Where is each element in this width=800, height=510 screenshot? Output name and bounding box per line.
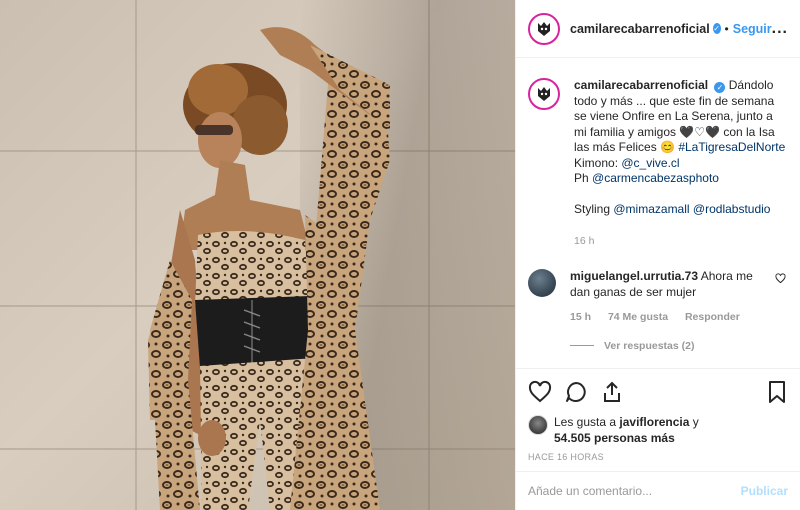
instagram-post: camilarecabarrenoficial ✓ • Seguir ... c… <box>0 0 800 510</box>
comment-likes[interactable]: 74 Me gusta <box>608 311 668 323</box>
comment-meta: 15 h 74 Me gusta Responder <box>570 310 760 326</box>
likes-summary: Les gusta a javiflorencia y 54.505 perso… <box>528 415 788 446</box>
caption: camilarecabarrenoficial ✓ Dándolo todo y… <box>528 78 786 249</box>
heart-icon[interactable] <box>528 380 552 404</box>
verified-badge-icon: ✓ <box>714 82 726 93</box>
verified-badge-icon: ✓ <box>712 23 721 34</box>
kimono-label: Kimono: <box>574 155 619 170</box>
post-timestamp[interactable]: HACE 16 HORAS <box>528 452 788 462</box>
add-comment-bar: Añade un comentario... Publicar <box>516 471 800 510</box>
more-options-icon[interactable]: ... <box>772 20 788 38</box>
liker-username[interactable]: javiflorencia <box>619 415 689 429</box>
commenter-avatar[interactable] <box>528 269 556 297</box>
hashtag-link[interactable]: #LaTigresaDelNorte <box>678 140 785 154</box>
comment-icon[interactable] <box>564 380 588 404</box>
comment-item: miguelangel.urrutia.73 Ahora me dan gana… <box>528 269 786 326</box>
actions-section: Les gusta a javiflorencia y 54.505 perso… <box>516 368 800 462</box>
commenter-username[interactable]: miguelangel.urrutia.73 <box>570 269 698 283</box>
caption-username[interactable]: camilarecabarrenoficial <box>574 78 708 92</box>
styling-mention-link-1[interactable]: @mimazamall <box>613 202 689 216</box>
replies-divider <box>570 345 594 346</box>
author-avatar[interactable] <box>528 12 560 45</box>
ph-mention-link[interactable]: @carmencabezasphoto <box>592 171 719 185</box>
reply-button[interactable]: Responder <box>685 311 740 323</box>
styling-mention-link-2[interactable]: @rodlabstudio <box>693 202 771 216</box>
comments-section: camilarecabarrenoficial ✓ Dándolo todo y… <box>516 58 800 368</box>
tiger-logo-icon <box>538 21 550 36</box>
comment-input[interactable]: Añade un comentario... <box>528 484 652 498</box>
caption-time[interactable]: 16 h <box>574 234 786 250</box>
likes-conj: y <box>692 415 699 429</box>
view-replies-button[interactable]: Ver respuestas (2) <box>570 340 786 352</box>
liker-avatar[interactable] <box>528 415 548 435</box>
comment-time[interactable]: 15 h <box>570 311 591 323</box>
styling-label: Styling <box>574 202 611 216</box>
follow-button[interactable]: Seguir <box>733 22 772 36</box>
ph-label: Ph <box>574 171 589 185</box>
kimono-mention-link[interactable]: @c_vive.cl <box>621 156 679 170</box>
view-replies-label: Ver respuestas (2) <box>604 339 695 352</box>
post-photo[interactable] <box>0 0 515 510</box>
bookmark-icon[interactable] <box>766 380 788 404</box>
likes-prefix: Les gusta a <box>554 415 617 429</box>
caption-body: camilarecabarrenoficial ✓ Dándolo todo y… <box>574 78 786 249</box>
woman-figure <box>148 27 390 510</box>
likes-text: Les gusta a javiflorencia y 54.505 perso… <box>554 415 699 446</box>
action-icons <box>528 379 788 405</box>
caption-avatar[interactable] <box>528 78 560 110</box>
publish-button[interactable]: Publicar <box>741 484 788 498</box>
tiger-logo-icon <box>538 87 550 101</box>
comment-like-heart-icon[interactable] <box>775 273 786 284</box>
likes-count[interactable]: 54.505 personas más <box>554 431 675 445</box>
post-side-panel: camilarecabarrenoficial ✓ • Seguir ... c… <box>515 0 800 510</box>
post-header: camilarecabarrenoficial ✓ • Seguir ... <box>516 0 800 58</box>
separator-dot: • <box>724 21 729 36</box>
comment-body: miguelangel.urrutia.73 Ahora me dan gana… <box>570 269 760 326</box>
author-username[interactable]: camilarecabarrenoficial <box>570 22 710 36</box>
share-icon[interactable] <box>600 380 624 404</box>
